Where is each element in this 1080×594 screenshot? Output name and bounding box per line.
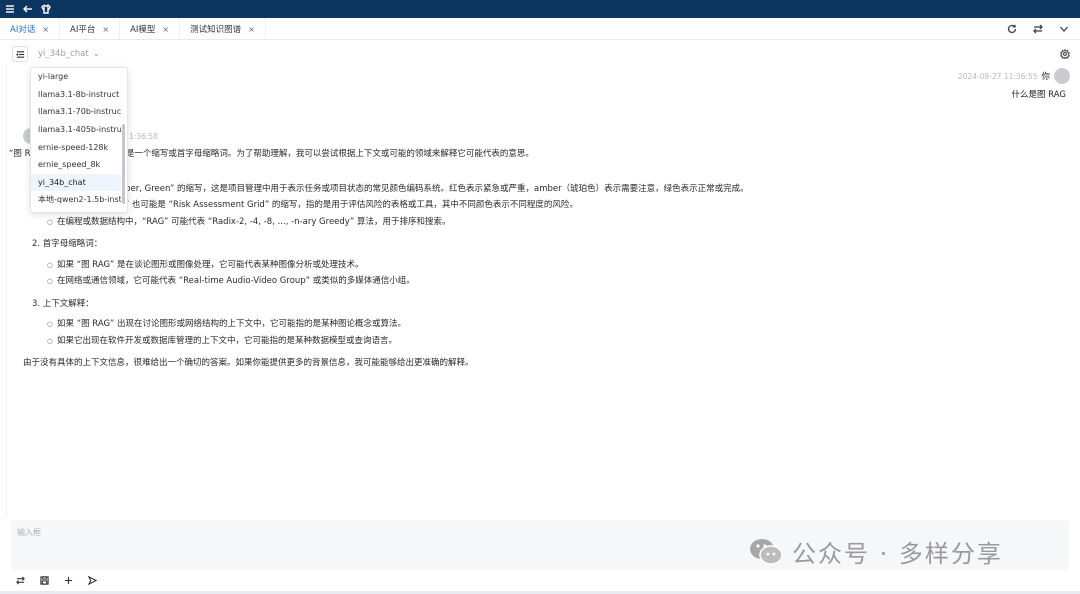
answer-conclusion: 由于没有具体的上下文信息，很难给出一个确切的答案。如果你能提供更多的背景信息，我… <box>23 358 474 368</box>
swap-icon[interactable] <box>1032 23 1044 35</box>
shirt-icon[interactable] <box>40 3 52 15</box>
tab-bar: AI对话 × AI平台 × AI模型 × 测试知识图谱 × <box>0 18 1080 40</box>
save-icon[interactable] <box>38 574 50 586</box>
input-toolbar <box>14 574 98 586</box>
tab-label: AI对话 <box>10 25 36 35</box>
dropdown-option[interactable]: llama3.1-8b-instruct <box>31 86 121 104</box>
chevron-down-icon: ⌄ <box>92 49 100 59</box>
send-icon[interactable] <box>86 574 98 586</box>
list-item: 如果 “图 RAG” 出现在讨论图形或网络结构的上下文中，它可能指的是某种图论概… <box>47 316 1063 333</box>
list-item: 如果 “图 RAG” 是在谈论图形或图像处理，它可能代表某种图像分析或处理技术。 <box>47 257 1063 274</box>
dropdown-option-selected[interactable]: yi_34b_chat <box>31 173 121 192</box>
model-dropdown: yi-large llama3.1-8b-instruct llama3.1-7… <box>30 67 128 213</box>
dropdown-scrollbar[interactable] <box>122 124 125 204</box>
close-icon[interactable]: × <box>248 25 255 34</box>
answer-list: 如果 “图 RAG” 是在谈论图形或图像处理，它可能代表某种图像分析或处理技术。… <box>47 257 1063 290</box>
close-icon[interactable]: × <box>162 25 169 34</box>
answer-intro: “图 RAG” 这个术语，但它可能是一个缩写或首字母缩略词。为了帮助理解，我可以… <box>9 149 534 159</box>
tab-ai-platform[interactable]: AI平台 × <box>60 18 121 40</box>
tab-ai-chat[interactable]: AI对话 × <box>0 18 61 40</box>
dropdown-option[interactable]: ernie-speed-128k <box>31 138 121 156</box>
section-title: 3. 上下文解释： <box>32 298 94 309</box>
chat-content: 2024-08-27 11:36:55 你 什么是图 RAG 1:36:58 “… <box>6 64 1074 516</box>
tab-knowledge-graph[interactable]: 测试知识图谱 × <box>180 18 266 40</box>
user-message-text: 什么是图 RAG <box>1011 90 1066 100</box>
model-select[interactable]: yi_34b_chat ⌄ <box>38 49 100 59</box>
watermark: 公众号 · 多样分享 <box>748 534 1003 569</box>
back-arrow-icon[interactable] <box>22 3 34 15</box>
tab-label: AI平台 <box>70 25 96 35</box>
dropdown-option[interactable]: llama3.1-405b-instruct <box>31 121 121 139</box>
list-item: 如果它出现在软件开发或数据库管理的上下文中，它可能指的是某种数据模型或查询语言。 <box>47 333 1063 350</box>
tab-actions <box>1006 18 1080 39</box>
list-item: 在编程或数据结构中，“RAG” 可能代表 “Radix-2, -4, -8, .… <box>47 214 1063 231</box>
user-name: 你 <box>1041 72 1050 82</box>
chat-toolbar: yi_34b_chat ⌄ <box>6 44 1074 64</box>
list-item: 在网络或通信领域，它可能代表 “Real-time Audio-Video Gr… <box>47 273 1063 290</box>
tab-ai-model[interactable]: AI模型 × <box>120 18 181 40</box>
wechat-icon <box>750 538 783 565</box>
answer-list: 如果 “图 RAG” 出现在讨论图形或网络结构的上下文中，它可能指的是某种图论概… <box>47 316 1063 349</box>
message-timestamp: 2024-08-27 11:36:55 <box>957 71 1038 81</box>
watermark-text: 公众号 · 多样分享 <box>792 540 1003 568</box>
dropdown-option[interactable]: ernie_speed_8k <box>31 156 121 174</box>
swap-icon[interactable] <box>14 574 26 586</box>
list-item: Amber, Green” 的缩写，这是项目管理中用于表示任务或项目状态的常见颜… <box>111 181 1063 198</box>
title-bar <box>0 0 1080 18</box>
input-placeholder: 输入框 <box>17 528 41 537</box>
section-title: 2. 首字母缩略词： <box>32 239 103 249</box>
list-item: “RAG” 也可能是 “Risk Assessment Grid” 的缩写，指的… <box>93 197 1063 214</box>
user-message: 2024-08-27 11:36:55 你 什么是图 RAG <box>958 68 1070 100</box>
model-select-value: yi_34b_chat <box>38 49 89 59</box>
gear-icon[interactable] <box>1058 47 1072 61</box>
close-icon[interactable]: × <box>42 25 49 34</box>
tab-label: 测试知识图谱 <box>190 25 242 35</box>
dropdown-option[interactable]: yi-large <box>31 68 121 86</box>
message-timestamp: 1:36:58 <box>129 131 158 141</box>
sidebar-toggle-button[interactable] <box>12 46 28 62</box>
refresh-icon[interactable] <box>1006 23 1018 35</box>
dropdown-option[interactable]: llama3.1-70b-instruct <box>31 103 121 121</box>
tab-label: AI模型 <box>130 25 156 35</box>
answer-list: Amber, Green” 的缩写，这是项目管理中用于表示任务或项目状态的常见颜… <box>47 181 1063 231</box>
dropdown-option[interactable]: 本地-qwen2-1.5b-instruct <box>31 191 121 209</box>
chevron-down-icon[interactable] <box>1058 23 1070 35</box>
avatar <box>1054 68 1070 84</box>
plus-icon[interactable] <box>62 574 74 586</box>
list-icon[interactable] <box>4 3 16 15</box>
ai-message-text: “图 RAG” 这个术语，但它可能是一个缩写或首字母缩略词。为了帮助理解，我可以… <box>9 146 1063 372</box>
close-icon[interactable]: × <box>102 25 109 34</box>
